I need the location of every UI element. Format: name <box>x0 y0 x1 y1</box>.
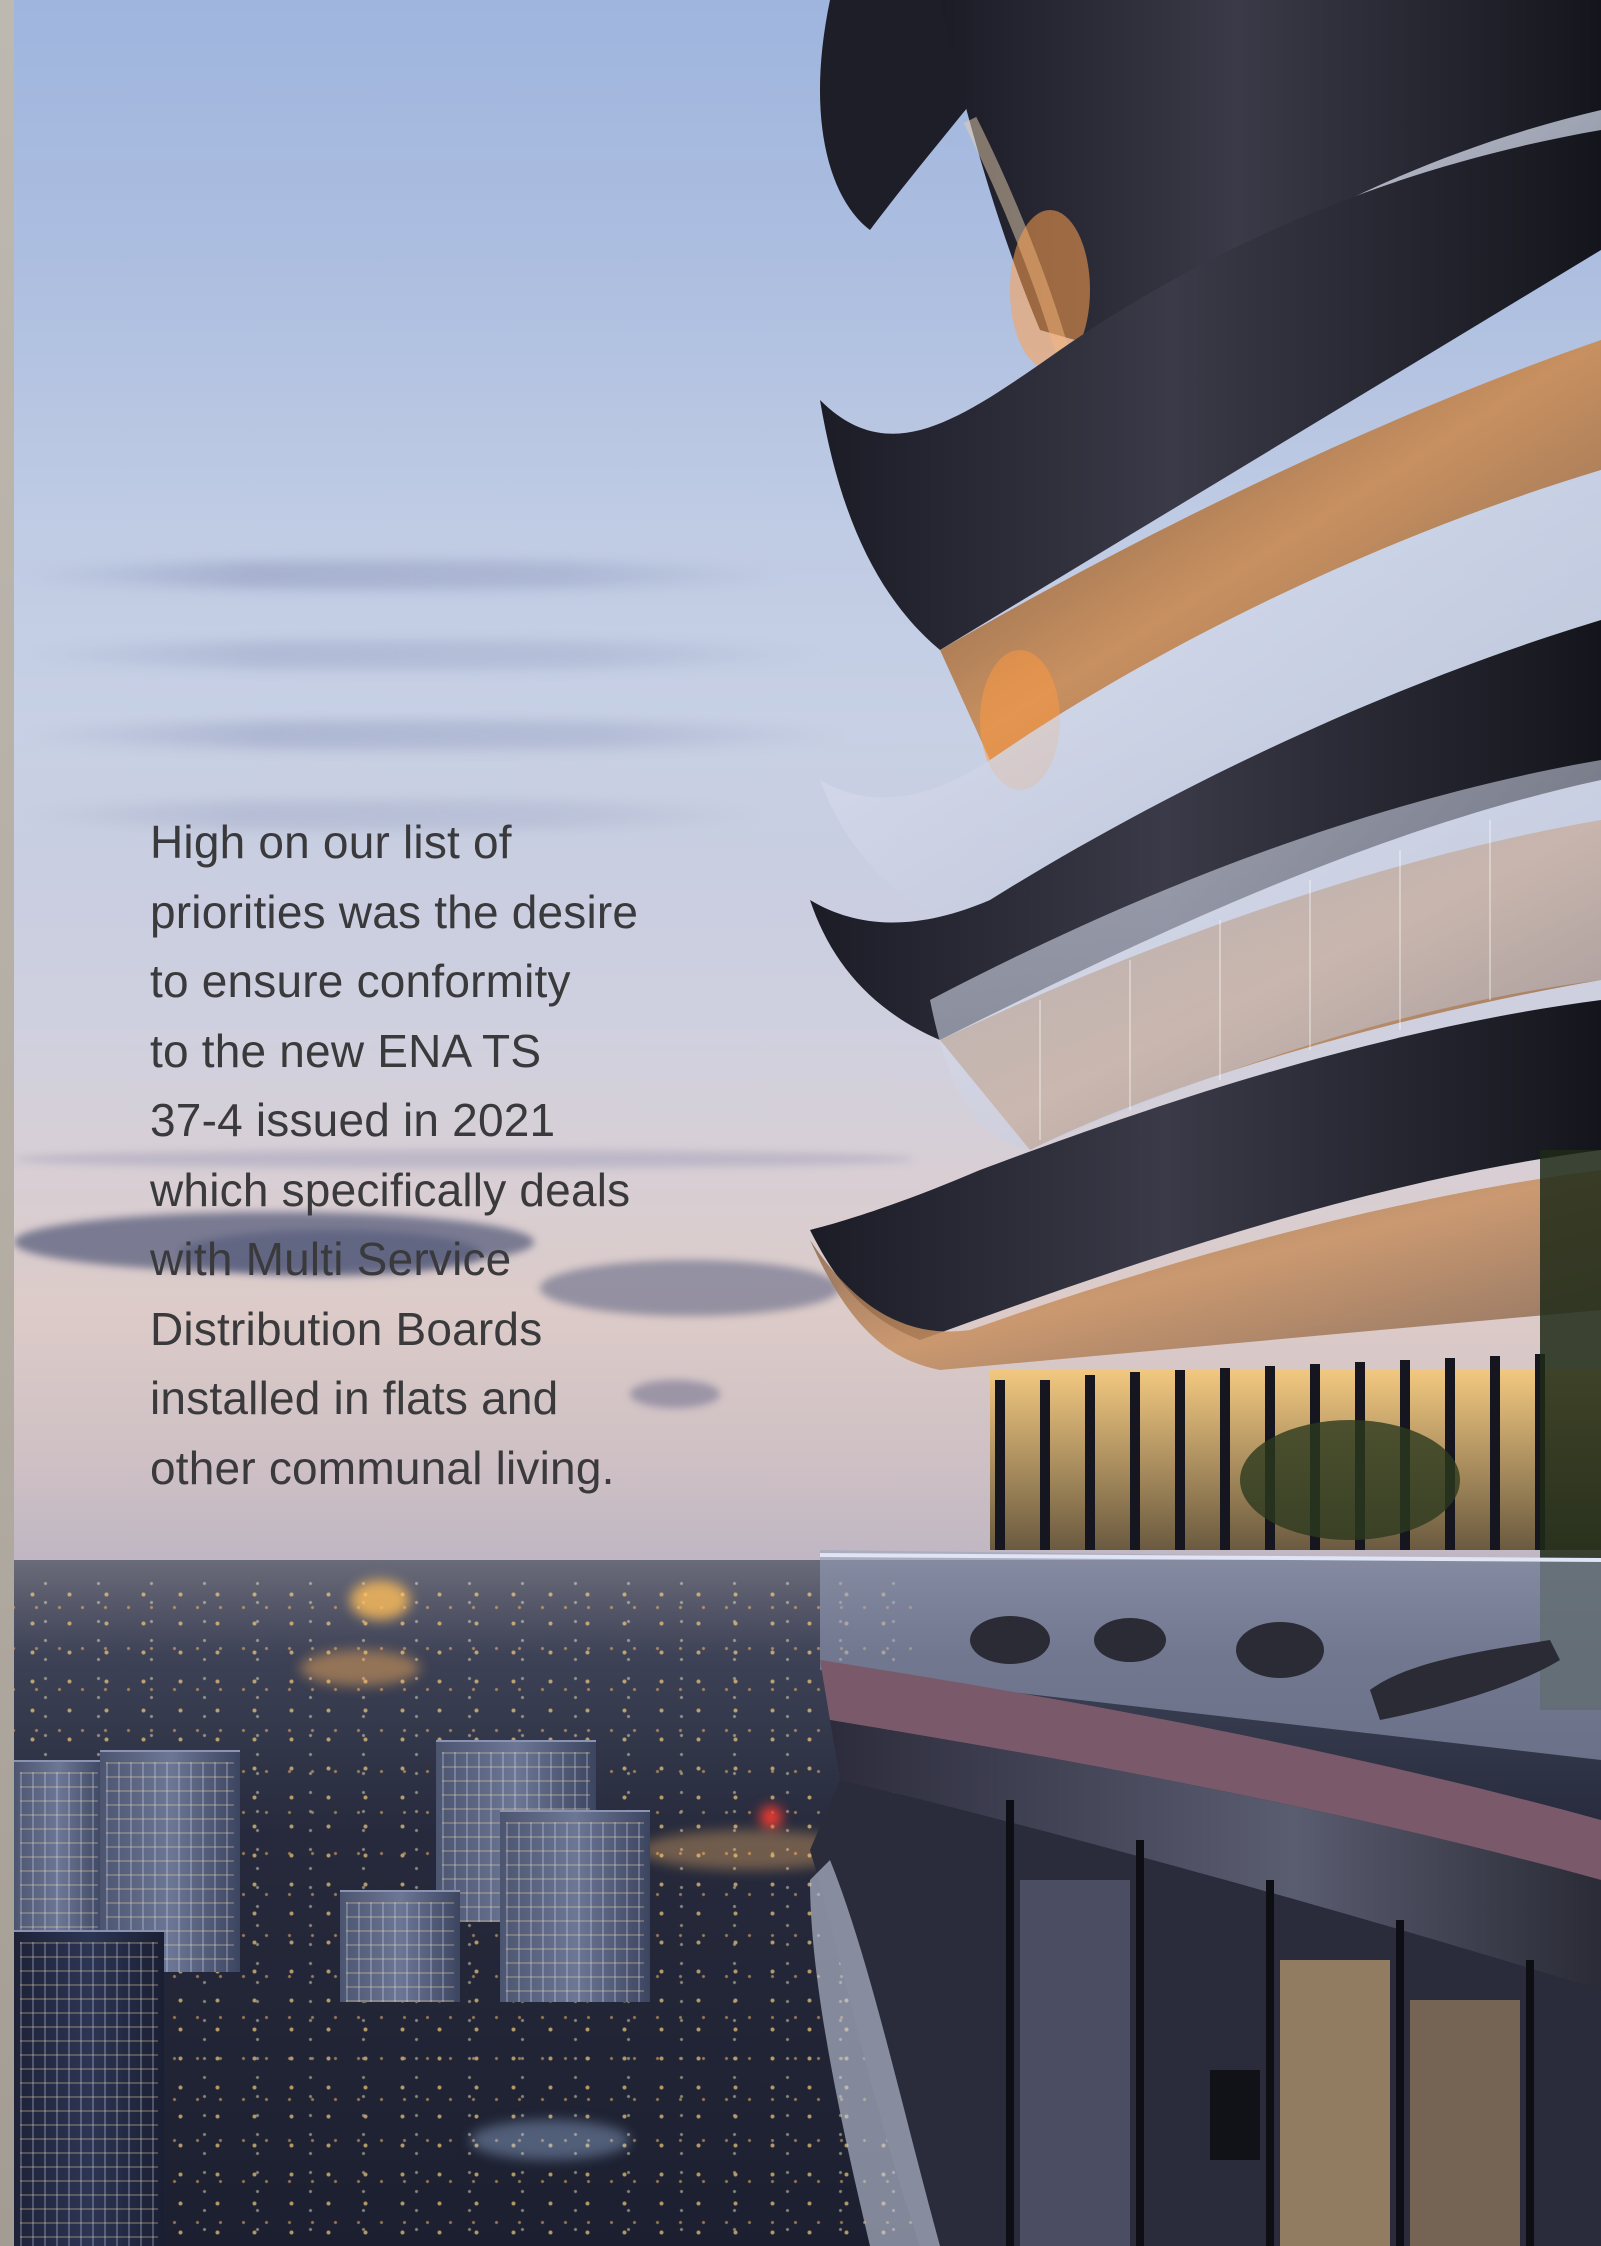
red-light <box>760 1806 782 1828</box>
body-line: which specifically deals <box>150 1163 631 1216</box>
cloud-band <box>14 640 834 670</box>
body-line: Distribution Boards <box>150 1302 543 1355</box>
body-line: High on our list of <box>150 816 512 868</box>
page-edge-strip <box>0 0 14 2246</box>
tower <box>14 1930 164 2246</box>
body-text: High on our list of priorities was the d… <box>150 808 790 1503</box>
body-line: to ensure conformity <box>150 955 571 1007</box>
body-line: to the new ENA TS <box>150 1024 542 1077</box>
page: High on our list of priorities was the d… <box>0 0 1601 2246</box>
body-line: with Multi Service <box>150 1233 512 1285</box>
body-line: other communal living. <box>150 1441 615 1494</box>
city-glow <box>350 1580 410 1620</box>
cloud-band <box>14 560 794 590</box>
cloud-band <box>14 720 854 750</box>
tower <box>340 1890 460 2002</box>
city-glow <box>470 2120 630 2160</box>
city-glow <box>300 1650 420 1686</box>
tower-balconies-illustration <box>810 0 1601 2246</box>
residential-tower <box>810 0 1601 2246</box>
body-line: priorities was the desire <box>150 885 639 938</box>
tower <box>500 1810 650 2002</box>
body-line: 37-4 issued in 2021 <box>150 1094 556 1146</box>
body-line: installed in flats and <box>150 1372 559 1424</box>
